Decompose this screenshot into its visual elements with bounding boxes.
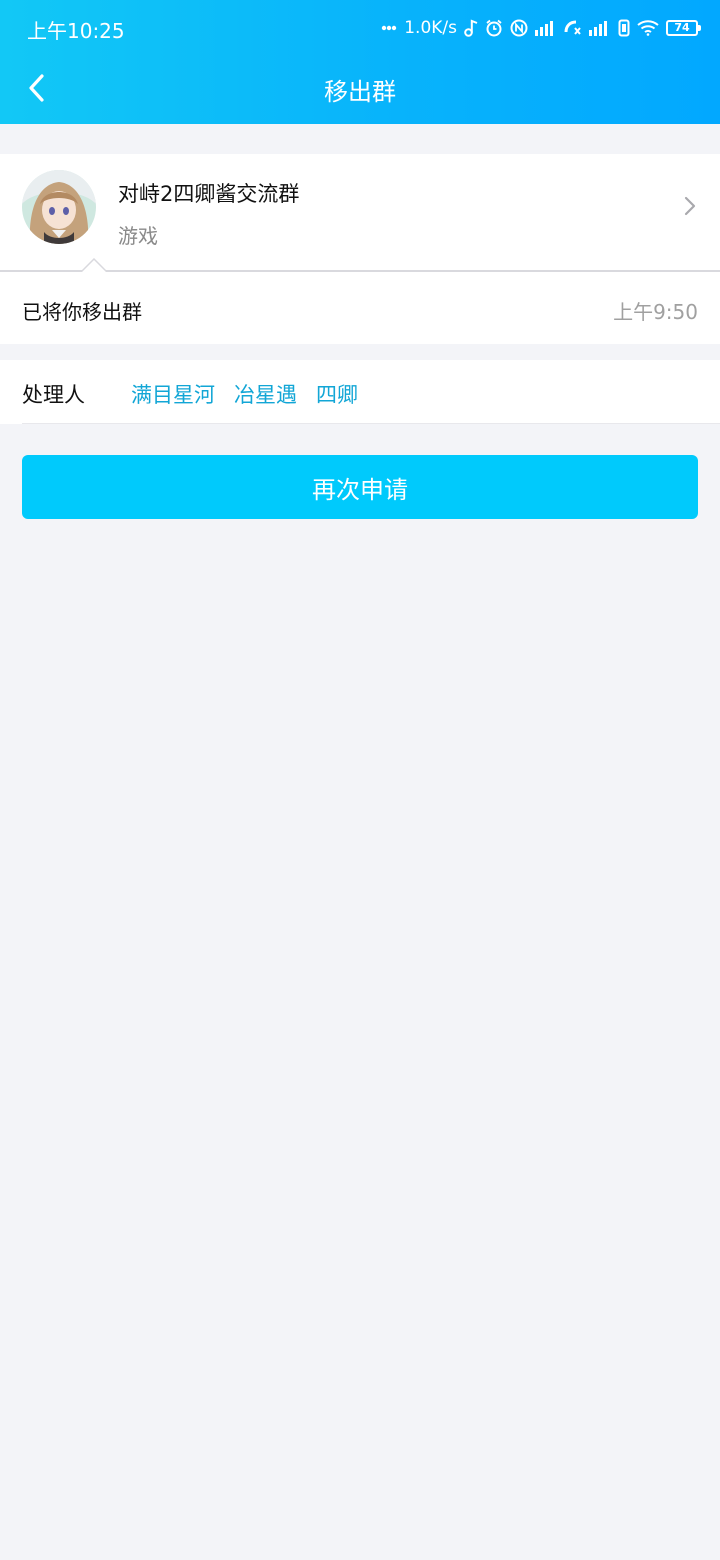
more-dots-icon	[382, 25, 397, 31]
chevron-right-icon	[684, 196, 696, 216]
music-note-icon	[464, 19, 478, 37]
call-muted-icon	[564, 20, 581, 35]
handler-label: 处理人	[22, 383, 85, 407]
page-title: 移出群	[324, 78, 396, 106]
battery-indicator: 74	[666, 20, 701, 36]
handler-row: 处理人 满目星河 冶星遇 四卿	[0, 360, 720, 424]
alarm-clock-icon	[486, 19, 502, 37]
group-category: 游戏	[118, 224, 158, 248]
network-speed: 1.0K/s	[404, 18, 457, 38]
group-name: 对峙2四卿酱交流群	[118, 182, 300, 206]
signal-sim1-icon	[535, 21, 553, 36]
handler-list: 满目星河 冶星遇 四卿	[131, 379, 358, 409]
message-time: 上午9:50	[613, 300, 698, 324]
handler-name[interactable]: 四卿	[316, 379, 358, 409]
wifi-icon	[637, 20, 659, 36]
nfc-icon	[510, 19, 528, 37]
speech-pointer	[81, 258, 107, 272]
vibrate-icon	[618, 19, 630, 37]
handler-name[interactable]: 满目星河	[131, 379, 215, 409]
status-icons: 1.0K/s 74	[381, 14, 701, 42]
apply-again-button[interactable]: 再次申请	[22, 455, 698, 519]
divider	[22, 423, 720, 424]
handler-name[interactable]: 冶星遇	[234, 379, 297, 409]
signal-sim2-icon	[589, 21, 607, 36]
group-avatar	[22, 170, 96, 244]
group-card[interactable]: 对峙2四卿酱交流群 游戏	[0, 154, 720, 270]
app-header: 上午10:25 1.0K/s 74 移出群	[0, 0, 720, 124]
status-bar: 上午10:25 1.0K/s 74	[0, 0, 720, 56]
status-time: 上午10:25	[27, 19, 125, 43]
message-text: 已将你移出群	[22, 300, 142, 324]
removal-message: 已将你移出群 上午9:50	[0, 272, 720, 344]
